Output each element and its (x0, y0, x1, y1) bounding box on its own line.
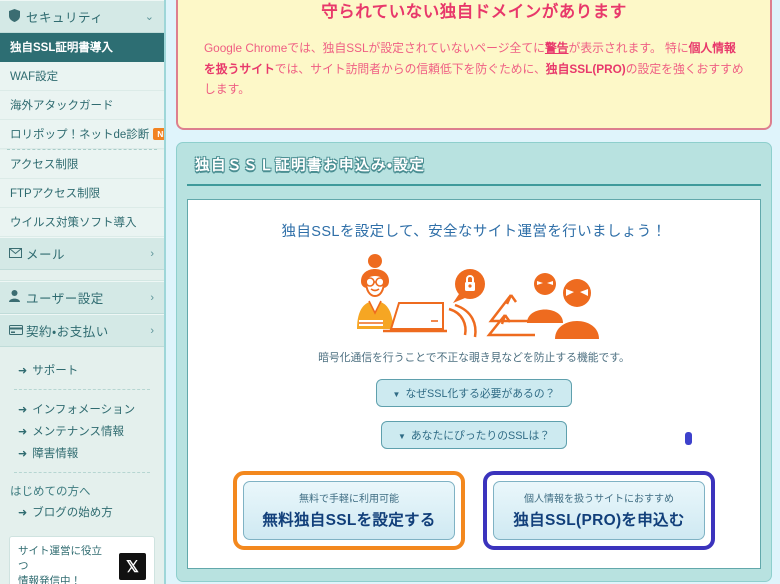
sidebar-link-label: メンテナンス情報 (32, 426, 124, 438)
accordion-which-ssl[interactable]: ▼ あなたにぴったりのSSLは？ (380, 421, 568, 449)
accordion-list: ▼ なぜSSL化する必要があるの？ ▼ あなたにぴったりのSSLは？ (202, 365, 746, 449)
sidebar-divider (14, 389, 150, 390)
sidebar-item-label: ウイルス対策ソフト導入 (10, 217, 137, 229)
sidebar-group-label: 契約・お支払い (26, 325, 109, 339)
sidebar: セキュリティ ⌄ 独自SSL証明書導入 WAF設定 海外アタックガード ロリポッ… (0, 0, 166, 584)
sidebar-item-antivirus[interactable]: ウイルス対策ソフト導入 (0, 208, 164, 237)
triangle-down-icon: ▼ (392, 390, 401, 399)
chevron-down-icon: ⌄ (144, 11, 154, 23)
security-illustration-svg (357, 254, 599, 339)
page-root: セキュリティ ⌄ 独自SSL証明書導入 WAF設定 海外アタックガード ロリポッ… (0, 0, 780, 584)
sidebar-group-security[interactable]: セキュリティ ⌄ (0, 0, 164, 33)
sidebar-item-label: WAF設定 (10, 71, 59, 83)
arrow-right-icon: ➜ (18, 403, 28, 416)
sidebar-link-label: サポート (32, 365, 79, 377)
warning-body: Google Chromeでは、独自SSLが設定されていないページ全てに警告が表… (204, 38, 744, 100)
sidebar-link-information[interactable]: ➜ インフォメーション (0, 398, 164, 420)
ssl-illustration (202, 250, 746, 342)
sidebar-item-netde-shindan[interactable]: ロリポップ！ネットde診断 NEW (0, 120, 164, 149)
sidebar-group-mail[interactable]: メール › (0, 237, 164, 270)
sidebar-link-blog-start[interactable]: ➜ ブログの始め方 (0, 501, 164, 523)
sidebar-spacer (0, 270, 164, 281)
accordion-label: あなたにぴったりのSSLは？ (410, 430, 551, 442)
warning-part-1: 警告 (544, 41, 569, 55)
sidebar-item-label: ロリポップ！ネットde診断 (10, 129, 150, 141)
accordion-label: なぜSSL化する必要があるの？ (405, 388, 556, 400)
warning-part-4: では、サイト訪問者からの信頼低下を防ぐために、 (274, 61, 546, 76)
arrow-right-icon: ➜ (18, 506, 28, 519)
person-icon (9, 290, 26, 305)
new-badge: NEW (153, 128, 164, 140)
pro-ssl-title: 独自SSL(PRO)を申込む (513, 512, 685, 529)
sidebar-item-waf[interactable]: WAF設定 (0, 62, 164, 91)
pro-ssl-subtitle: 個人情報を扱うサイトにおすすめ (524, 494, 674, 505)
sidebar-item-label: FTPアクセス制限 (10, 188, 101, 200)
sidebar-group-label: セキュリティ (26, 11, 104, 25)
sidebar-link-label: 障害情報 (32, 448, 79, 460)
free-ssl-button[interactable]: 無料で手軽に利用可能 無料独自SSLを設定する (243, 481, 455, 540)
cta-buttons: 無料で手軽に利用可能 無料独自SSLを設定する 個人情報を扱うサイトにおすすめ … (202, 471, 746, 550)
sidebar-group-label: ユーザー設定 (26, 292, 104, 306)
sidebar-links: ➜ サポート ➜ インフォメーション ➜ メンテナンス情報 ➜ 障害情報 はじめ… (0, 347, 164, 523)
sidebar-item-ftp-limit[interactable]: FTPアクセス制限 (0, 179, 164, 208)
sidebar-link-maintenance[interactable]: ➜ メンテナンス情報 (0, 420, 164, 442)
chevron-right-icon: › (150, 291, 154, 304)
card-caption: 暗号化通信を行うことで不正な覗き見などを防止する機能です。 (318, 352, 630, 364)
sidebar-link-support[interactable]: ➜ サポート (0, 359, 164, 381)
page-right-edge (772, 0, 780, 584)
warning-banner: 守られていない独自ドメインがあります Google Chromeでは、独自SSL… (176, 0, 772, 130)
x-twitter-logo[interactable]: 𝕏 (119, 553, 146, 581)
card-heading: 独自SSLを設定して、安全なサイト運営を行いましょう！ (281, 224, 667, 240)
card-icon (9, 324, 26, 338)
sidebar-link-label: ブログの始め方 (32, 507, 113, 519)
ssl-panel: 独自ＳＳＬ証明書お申込み・設定 独自SSLを設定して、安全なサイト運営を行いまし… (176, 142, 772, 582)
sidebar-link-failure[interactable]: ➜ 障害情報 (0, 442, 164, 464)
sidebar-heading-beginners: はじめての方へ (10, 486, 91, 498)
accordion-why-ssl[interactable]: ▼ なぜSSL化する必要があるの？ (375, 379, 573, 407)
ssl-card: 独自SSLを設定して、安全なサイト運営を行いましょう！ 暗号化通信を行うことで不… (187, 199, 761, 569)
sidebar-item-label: 海外アタックガード (10, 100, 114, 112)
triangle-down-icon: ▼ (397, 432, 406, 441)
sidebar-item-label: 独自SSL証明書導入 (10, 42, 113, 54)
promo-line-2: 情報発信中！ (18, 575, 81, 584)
envelope-icon (9, 247, 26, 261)
warning-part-0: Google Chromeでは、独自SSLが設定されていないページ全てに (204, 41, 545, 55)
promo-line-1: サイト運営に役立つ (18, 545, 102, 573)
cta-frame-pro-ssl: 個人情報を扱うサイトにおすすめ 独自SSL(PRO)を申込む (483, 471, 715, 550)
sidebar-item-ssl[interactable]: 独自SSL証明書導入 (0, 33, 164, 62)
sidebar-link-label: インフォメーション (32, 404, 136, 416)
chevron-right-icon: › (150, 324, 154, 337)
shield-icon (9, 8, 26, 25)
sidebar-promo-card[interactable]: サイト運営に役立つ 情報発信中！ 𝕏 (9, 536, 155, 584)
arrow-right-icon: ➜ (18, 364, 28, 377)
warning-part-2: が表示されます。 特に (568, 41, 689, 55)
promo-text: サイト運営に役立つ 情報発信中！ (18, 544, 112, 584)
warning-title: 守られていない独自ドメインがあります (321, 3, 627, 21)
arrow-right-icon: ➜ (18, 447, 28, 460)
text-cursor (685, 432, 692, 445)
warning-part-5: 独自SSL(PRO) (545, 61, 626, 76)
chevron-right-icon: › (150, 247, 154, 260)
free-ssl-subtitle: 無料で手軽に利用可能 (299, 494, 399, 505)
sidebar-divider (14, 472, 150, 473)
main-content: 守られていない独自ドメインがあります Google Chromeでは、独自SSL… (166, 0, 780, 584)
sidebar-item-attackguard[interactable]: 海外アタックガード (0, 91, 164, 120)
sidebar-group-contract[interactable]: 契約・お支払い › (0, 314, 164, 347)
cta-frame-free-ssl: 無料で手軽に利用可能 無料独自SSLを設定する (233, 471, 465, 550)
sidebar-item-access-limit[interactable]: アクセス制限 (0, 150, 164, 179)
panel-title: 独自ＳＳＬ証明書お申込み・設定 (187, 143, 761, 186)
sidebar-group-label: メール (26, 248, 66, 262)
sidebar-item-label: アクセス制限 (10, 159, 79, 171)
sidebar-group-user[interactable]: ユーザー設定 › (0, 281, 164, 314)
arrow-right-icon: ➜ (18, 425, 28, 438)
pro-ssl-button[interactable]: 個人情報を扱うサイトにおすすめ 独自SSL(PRO)を申込む (493, 481, 705, 540)
free-ssl-title: 無料独自SSLを設定する (262, 512, 436, 529)
